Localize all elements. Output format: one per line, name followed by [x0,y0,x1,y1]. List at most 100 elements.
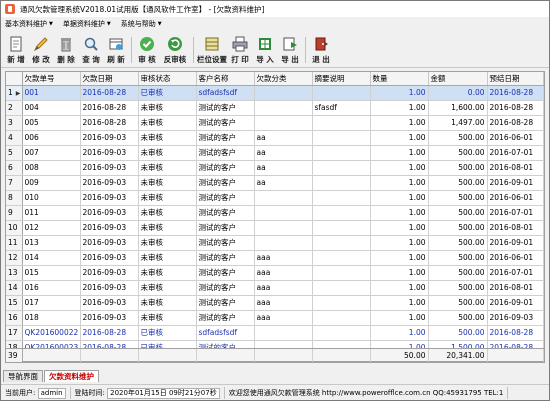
cell-debt-date[interactable]: 2016-08-28 [80,115,139,131]
cell-customer[interactable]: 测试的客户 [196,190,255,206]
row-number[interactable]: 6 [6,160,23,176]
tab-navigation[interactable]: 导航界面 [3,370,43,382]
cell-amount[interactable]: 500.00 [428,190,488,206]
row-number[interactable]: 7 [6,175,23,191]
column-header[interactable]: 审核状态 [138,72,197,86]
column-header[interactable]: 预结日期 [487,72,544,86]
table-row[interactable]: 13 015 2016-09-03 未审核 测试的客户 aaa 1.00 500.00 2016… [6,265,544,281]
cell-memo[interactable] [312,160,371,176]
cell-amount[interactable]: 500.00 [428,175,488,191]
row-number[interactable]: 14 [6,280,23,296]
cell-amount[interactable]: 500.00 [428,295,488,311]
cell-approval-status[interactable]: 未审核 [138,190,197,206]
data-grid[interactable]: 欠款单号 欠款日期 审核状态 客户名称 欠款分类 摘要说明 数量 金额 预结日期… [5,71,545,363]
cell-customer[interactable]: 测试的客户 [196,145,255,161]
table-row[interactable]: 5 007 2016-09-03 未审核 测试的客户 aa 1.00 500.00 2016-0… [6,145,544,161]
exit-button[interactable]: 退 出 [310,34,332,66]
cell-approval-status[interactable]: 未审核 [138,265,197,281]
cell-approval-status[interactable]: 未审核 [138,295,197,311]
cell-debt-id[interactable]: 010 [22,190,81,206]
cell-debt-date[interactable]: 2016-09-03 [80,160,139,176]
cell-debt-id[interactable]: 008 [22,160,81,176]
cell-quantity[interactable]: 1.00 [370,325,429,341]
cell-memo[interactable] [312,220,371,236]
cell-category[interactable]: aa [254,130,313,146]
cell-debt-date[interactable]: 2016-09-03 [80,130,139,146]
cell-category[interactable]: aaa [254,265,313,281]
table-row[interactable]: 17 QK201600022 2016-08-28 已审核 sdfadsfsdf 1.00… [6,325,544,341]
cell-debt-date[interactable]: 2016-09-03 [80,265,139,281]
cell-customer[interactable]: 测试的客户 [196,310,255,326]
cell-debt-id[interactable]: 017 [22,295,81,311]
cell-amount[interactable]: 1,600.00 [428,100,488,116]
cell-approval-status[interactable]: 未审核 [138,235,197,251]
table-row[interactable]: 3 005 2016-08-28 未审核 测试的客户 1.00 1,497.00 2016-0… [6,115,544,131]
table-row[interactable]: 11 013 2016-09-03 未审核 测试的客户 1.00 500.00 2016-09… [6,235,544,251]
cell-quantity[interactable]: 1.00 [370,115,429,131]
cell-memo[interactable] [312,205,371,221]
cell-customer[interactable]: 测试的客户 [196,100,255,116]
cell-category[interactable] [254,85,313,101]
cell-debt-date[interactable]: 2016-09-03 [80,175,139,191]
cell-quantity[interactable]: 1.00 [370,295,429,311]
column-header[interactable]: 金额 [428,72,488,86]
cell-category[interactable]: aa [254,145,313,161]
column-header[interactable]: 欠款单号 [22,72,81,86]
cell-debt-date[interactable]: 2016-09-03 [80,280,139,296]
table-row[interactable]: 16 018 2016-09-03 未审核 测试的客户 aaa 1.00 500.00 2016… [6,310,544,326]
cell-memo[interactable] [312,310,371,326]
cell-quantity[interactable]: 1.00 [370,205,429,221]
cell-quantity[interactable]: 1.00 [370,190,429,206]
table-row[interactable]: 6 008 2016-09-03 未审核 测试的客户 aa 1.00 500.00 2016-0… [6,160,544,176]
row-number[interactable]: 16 [6,310,23,326]
row-number[interactable]: 3 [6,115,23,131]
row-number[interactable]: 13 [6,265,23,281]
cell-amount[interactable]: 500.00 [428,220,488,236]
cell-approval-status[interactable]: 未审核 [138,175,197,191]
cell-customer[interactable]: 测试的客户 [196,115,255,131]
cell-quantity[interactable]: 1.00 [370,130,429,146]
new-button[interactable]: 新 增 [5,34,27,66]
cell-debt-id[interactable]: 014 [22,250,81,266]
cell-quantity[interactable]: 1.00 [370,250,429,266]
cell-amount[interactable]: 500.00 [428,205,488,221]
table-row[interactable]: 8 010 2016-09-03 未审核 测试的客户 1.00 500.00 2016-06-… [6,190,544,206]
cell-due-date[interactable]: 2016-08-28 [487,325,544,341]
cell-customer[interactable]: 测试的客户 [196,205,255,221]
cell-due-date[interactable]: 2016-07-01 [487,145,544,161]
edit-button[interactable]: 修 改 [30,34,52,66]
export-button[interactable]: 导 出 [279,34,301,66]
cell-category[interactable] [254,325,313,341]
cell-category[interactable]: aaa [254,250,313,266]
tab-debt-maintenance[interactable]: 欠款资料维护 [44,370,99,382]
cell-due-date[interactable]: 2016-08-01 [487,220,544,236]
cell-debt-id[interactable]: 015 [22,265,81,281]
cell-due-date[interactable]: 2016-08-01 [487,160,544,176]
cell-customer[interactable]: 测试的客户 [196,160,255,176]
table-row[interactable]: 12 014 2016-09-03 未审核 测试的客户 aaa 1.00 500.00 2016… [6,250,544,266]
print-button[interactable]: 打 印 [229,34,251,66]
cell-debt-id[interactable]: 009 [22,175,81,191]
table-row[interactable]: 9 011 2016-09-03 未审核 测试的客户 1.00 500.00 2016-07-… [6,205,544,221]
approve-button[interactable]: 审 核 [136,34,158,66]
cell-debt-id[interactable]: 011 [22,205,81,221]
cell-debt-date[interactable]: 2016-09-03 [80,190,139,206]
cell-amount[interactable]: 500.00 [428,160,488,176]
import-button[interactable]: 导 入 [254,34,276,66]
cell-memo[interactable] [312,265,371,281]
cell-approval-status[interactable]: 已审核 [138,85,197,101]
row-number[interactable]: 17 [6,325,23,341]
cell-memo[interactable] [312,295,371,311]
cell-debt-id[interactable]: 018 [22,310,81,326]
row-number[interactable]: 1 ▶ [6,85,23,101]
cell-debt-id[interactable]: 001 [22,85,81,101]
cell-approval-status[interactable]: 未审核 [138,310,197,326]
cell-amount[interactable]: 500.00 [428,280,488,296]
column-header[interactable]: 数量 [370,72,429,86]
cell-quantity[interactable]: 1.00 [370,85,429,101]
cell-customer[interactable]: 测试的客户 [196,130,255,146]
query-button[interactable]: 查 询 [80,34,102,66]
cell-quantity[interactable]: 1.00 [370,160,429,176]
cell-due-date[interactable]: 2016-08-01 [487,280,544,296]
cell-amount[interactable]: 500.00 [428,145,488,161]
